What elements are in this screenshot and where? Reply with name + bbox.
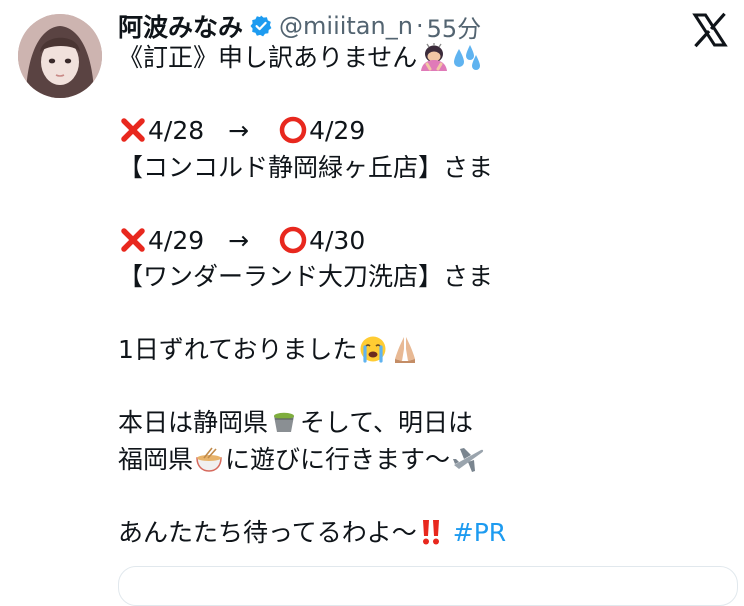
quote-card-edge[interactable] <box>118 566 738 606</box>
crying-face-emoji <box>358 335 388 374</box>
tweet-line-date-change-2: 4/29 → 4/30 <box>118 223 718 260</box>
folded-hands-emoji <box>390 335 420 374</box>
post-timestamp[interactable]: 55分 <box>427 9 482 44</box>
sweat-droplets-emoji <box>452 43 482 82</box>
tweet-line-tomorrow: 福岡県 に遊びに行きます〜 <box>118 442 718 479</box>
store-name-2: 【ワンダーランド大刀洗店】さま <box>118 262 494 291</box>
store-name-1: 【コンコルド静岡緑ヶ丘店】さま <box>118 152 494 182</box>
wrong-date-2: 4/29 <box>148 225 205 255</box>
tomorrow-text-b: に遊びに行きます〜 <box>225 444 451 474</box>
arrow-2: → <box>228 225 250 255</box>
wrong-date-1: 4/28 <box>148 116 205 145</box>
tweet-line-today: 本日は静岡県 そして、明日は <box>118 405 718 442</box>
red-circle-emoji <box>278 116 308 155</box>
author-handle[interactable]: @miiitan_n <box>279 12 413 40</box>
verified-badge-icon <box>249 14 273 38</box>
ramen-emoji <box>194 445 224 484</box>
avatar-image <box>18 14 102 98</box>
tweet-text: 《訂正》申し訳ありません 4/28 → 4/29 【コンコルド静岡緑ヶ丘店】さま <box>118 40 718 551</box>
correction-text: 《訂正》申し訳ありません <box>118 43 418 72</box>
tweet-line-shift: 1日ずれておりました <box>118 332 718 369</box>
airplane-emoji <box>451 445 485 484</box>
tweet-line-store-2: 【ワンダーランド大刀洗店】さま <box>118 259 718 296</box>
hashtag-link[interactable]: #PR <box>453 518 506 547</box>
tweet-line-correction: 《訂正》申し訳ありません <box>118 40 718 77</box>
cross-mark-emoji <box>119 116 147 155</box>
green-tea-emoji <box>269 408 299 447</box>
tweet-line-date-change-1: 4/28 → 4/29 <box>118 113 718 150</box>
tweet-line-closing: あんたたち待ってるわよ〜 #PR <box>118 515 718 552</box>
bowing-woman-emoji <box>418 43 450 82</box>
display-name[interactable]: 阿波みなみ <box>118 8 243 44</box>
correct-date-1: 4/29 <box>309 116 366 145</box>
today-text-b: そして、明日は <box>300 408 474 437</box>
tweet-header: 阿波みなみ @miiitan_n · 55分 <box>118 8 481 44</box>
tweet-line-store-1: 【コンコルド静岡緑ヶ丘店】さま <box>118 150 718 187</box>
today-text-a: 本日は静岡県 <box>118 408 269 437</box>
avatar[interactable] <box>18 14 102 98</box>
correct-date-2: 4/30 <box>309 225 366 255</box>
closing-text: あんたたち待ってるわよ〜 <box>118 517 417 547</box>
arrow-1: → <box>228 116 250 145</box>
shift-text: 1日ずれておりました <box>118 335 358 364</box>
double-exclamation-emoji <box>418 518 444 557</box>
header-separator: · <box>415 12 424 40</box>
tomorrow-text-a: 福岡県 <box>118 444 194 474</box>
